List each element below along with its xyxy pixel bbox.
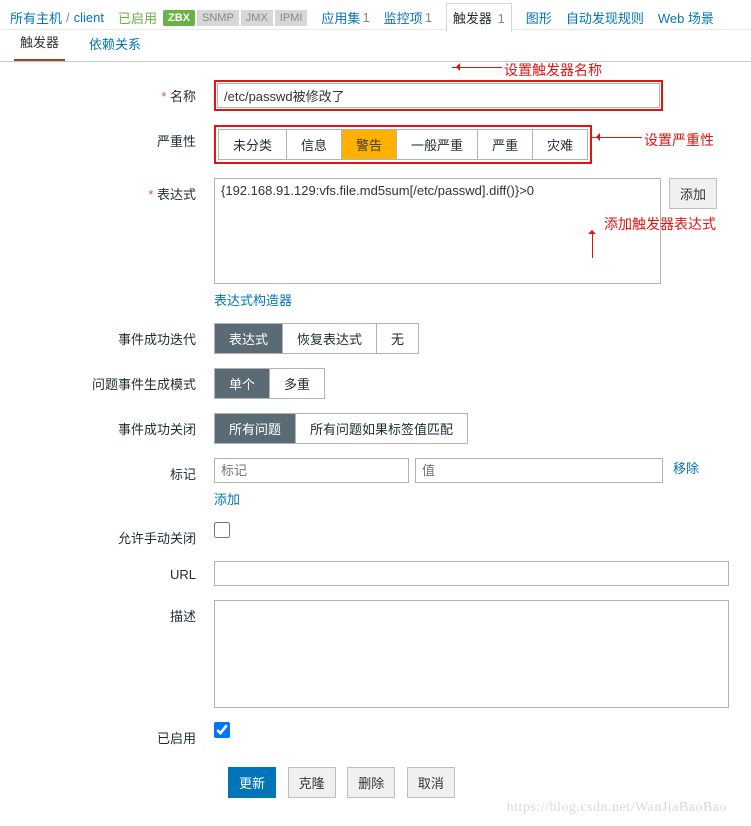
label-ok-close: 事件成功关闭 <box>14 413 214 438</box>
breadcrumb-sep: / <box>66 10 70 25</box>
subtab-dependencies[interactable]: 依赖关系 <box>83 26 147 61</box>
update-button[interactable]: 更新 <box>228 767 276 798</box>
ok-close-all[interactable]: 所有问题 <box>215 414 295 443</box>
ok-iter-segmented: 表达式 恢复表达式 无 <box>214 323 419 354</box>
trigger-subtabs: 触发器 依赖关系 <box>0 30 751 62</box>
name-highlight-box <box>214 80 663 111</box>
label-description: 描述 <box>14 600 214 625</box>
jmx-badge: JMX <box>241 10 273 26</box>
allow-manual-checkbox[interactable] <box>214 522 230 538</box>
label-severity: 严重性 <box>14 125 214 150</box>
tab-web[interactable]: Web 场景 <box>658 8 714 27</box>
ok-iter-recovery[interactable]: 恢复表达式 <box>282 324 376 353</box>
problem-mode-segmented: 单个 多重 <box>214 368 325 399</box>
url-input[interactable] <box>214 561 729 586</box>
severity-information[interactable]: 信息 <box>287 129 342 160</box>
label-url: URL <box>14 561 214 582</box>
tab-discovery[interactable]: 自动发现规则 <box>566 8 644 27</box>
problem-mode-single[interactable]: 单个 <box>215 369 269 398</box>
subtab-trigger[interactable]: 触发器 <box>14 24 65 61</box>
label-expression: 表达式 <box>14 178 214 203</box>
tag-name-input[interactable] <box>214 458 409 483</box>
tag-remove-link[interactable]: 移除 <box>673 458 699 477</box>
clone-button[interactable]: 克隆 <box>288 767 336 798</box>
description-textarea[interactable] <box>214 600 729 708</box>
expression-constructor-link[interactable]: 表达式构造器 <box>214 293 292 308</box>
host-link[interactable]: client <box>74 10 104 25</box>
tab-items[interactable]: 监控项 <box>384 8 423 27</box>
severity-high[interactable]: 严重 <box>478 129 533 160</box>
label-name: 名称 <box>14 80 214 105</box>
delete-button[interactable]: 删除 <box>347 767 395 798</box>
label-tags: 标记 <box>14 458 214 483</box>
ok-close-tagmatch[interactable]: 所有问题如果标签值匹配 <box>295 414 467 443</box>
tag-value-input[interactable] <box>415 458 663 483</box>
watermark-text: https://blog.csdn.net/WanJiaBaoBao <box>507 800 727 816</box>
ok-close-segmented: 所有问题 所有问题如果标签值匹配 <box>214 413 468 444</box>
label-enabled: 已启用 <box>14 722 214 747</box>
annotation-severity: 设置严重性 <box>644 130 714 150</box>
cancel-button[interactable]: 取消 <box>407 767 455 798</box>
tab-applications[interactable]: 应用集 <box>321 8 360 27</box>
annotation-name: 设置触发器名称 <box>504 60 602 80</box>
snmp-badge: SNMP <box>197 10 239 26</box>
tab-applications-count: 1 <box>362 10 369 25</box>
severity-disaster[interactable]: 灾难 <box>533 129 588 160</box>
ok-iter-none[interactable]: 无 <box>376 324 418 353</box>
problem-mode-multiple[interactable]: 多重 <box>269 369 324 398</box>
severity-not-classified[interactable]: 未分类 <box>218 129 287 160</box>
severity-average[interactable]: 一般严重 <box>397 129 478 160</box>
name-input[interactable] <box>217 83 660 108</box>
tab-items-count: 1 <box>425 10 432 25</box>
tag-add-link[interactable]: 添加 <box>214 492 240 507</box>
zbx-badge: ZBX <box>163 10 195 26</box>
severity-segmented: 未分类 信息 警告 一般严重 严重 灾难 <box>218 129 588 160</box>
tab-graphs[interactable]: 图形 <box>526 8 552 27</box>
add-expression-button[interactable]: 添加 <box>669 178 717 209</box>
expression-textarea[interactable]: {192.168.91.129:vfs.file.md5sum[/etc/pas… <box>214 178 661 284</box>
label-ok-iteration: 事件成功迭代 <box>14 323 214 348</box>
status-enabled: 已启用 <box>118 8 157 27</box>
tab-triggers[interactable]: 触发器 1 <box>446 3 512 32</box>
severity-highlight-box: 未分类 信息 警告 一般严重 严重 灾难 <box>214 125 592 164</box>
severity-warning[interactable]: 警告 <box>342 129 397 160</box>
label-problem-mode: 问题事件生成模式 <box>14 368 214 393</box>
trigger-form: 名称 设置触发器名称 严重性 未分类 信息 警告 一般严重 严重 灾难 设置严重… <box>0 62 751 826</box>
ipmi-badge: IPMI <box>275 10 308 26</box>
ok-iter-expression[interactable]: 表达式 <box>215 324 282 353</box>
label-allow-manual: 允许手动关闭 <box>14 522 214 547</box>
